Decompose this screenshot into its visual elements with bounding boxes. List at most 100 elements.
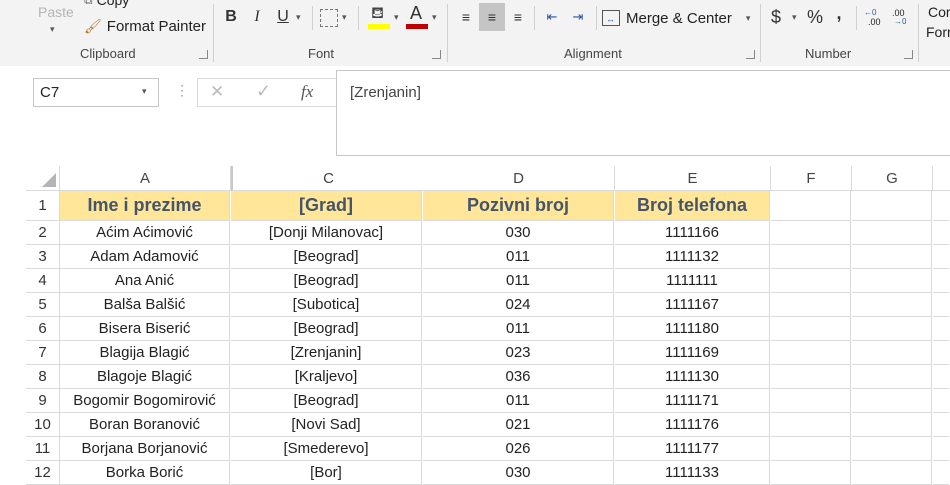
column-header-next[interactable] (933, 166, 950, 191)
empty-cell[interactable] (852, 341, 932, 365)
empty-cell[interactable] (852, 365, 932, 389)
row-header[interactable]: 10 (26, 413, 60, 437)
column-header-a[interactable]: A (60, 166, 231, 191)
empty-cell[interactable] (933, 317, 949, 341)
row-header[interactable]: 1 (26, 191, 60, 221)
cell-city[interactable]: [Smederevo] (231, 437, 422, 461)
accounting-format-button[interactable]: $ (766, 6, 786, 28)
cell-city[interactable]: [Donji Milanovac] (231, 221, 422, 245)
font-color-dropdown-icon[interactable]: ▾ (432, 12, 437, 23)
cell-city[interactable]: [Beograd] (231, 269, 422, 293)
cell-area-code[interactable]: 023 (423, 341, 614, 365)
conditional-formatting-label-2[interactable]: Forr (926, 24, 950, 40)
cell-city[interactable]: [Beograd] (231, 317, 422, 341)
cell-area-code[interactable]: 011 (423, 389, 614, 413)
cell-city[interactable]: [Beograd] (231, 245, 422, 269)
empty-cell[interactable] (852, 245, 932, 269)
underline-button[interactable]: U (272, 6, 294, 28)
cell-name[interactable]: Bisera Biserić (60, 317, 230, 341)
accounting-dropdown-icon[interactable]: ▾ (792, 12, 797, 23)
cell-area-code[interactable]: 036 (423, 365, 614, 389)
cell-name[interactable]: Adam Adamović (60, 245, 230, 269)
column-header-f[interactable]: F (771, 166, 852, 191)
empty-cell[interactable] (852, 293, 932, 317)
comma-style-button[interactable]: , (832, 2, 846, 24)
paste-button[interactable]: Paste ▾ (30, 0, 76, 42)
cell-name[interactable]: Bogomir Bogomirović (60, 389, 230, 413)
conditional-formatting-label-1[interactable]: Cor (928, 4, 950, 20)
cell-phone[interactable]: 1111177 (615, 437, 770, 461)
cell-phone[interactable]: 1111180 (615, 317, 770, 341)
cell-name[interactable]: Aćim Aćimović (60, 221, 230, 245)
empty-cell[interactable] (933, 269, 949, 293)
formula-input[interactable]: [Zrenjanin] (336, 70, 950, 156)
cell-phone[interactable]: 1111171 (615, 389, 770, 413)
name-box[interactable]: C7 ▾ (33, 78, 159, 107)
number-launcher-icon[interactable] (904, 50, 913, 59)
cell-phone[interactable]: 1111130 (615, 365, 770, 389)
empty-cell[interactable] (852, 461, 932, 485)
fill-color-icon[interactable]: ⛾ (368, 4, 390, 30)
bold-button[interactable]: B (220, 6, 242, 28)
increase-indent-button[interactable]: ⇥ (566, 5, 590, 29)
row-header[interactable]: 5 (26, 293, 60, 317)
empty-cell[interactable] (771, 245, 851, 269)
row-header[interactable]: 11 (26, 437, 60, 461)
decrease-indent-button[interactable]: ⇤ (540, 5, 564, 29)
cancel-icon[interactable]: ✕ (210, 82, 224, 102)
empty-cell[interactable] (852, 269, 932, 293)
empty-cell[interactable] (933, 245, 949, 269)
cell-name[interactable]: Borjana Borjanović (60, 437, 230, 461)
cell-phone[interactable]: 1111169 (615, 341, 770, 365)
insert-function-icon[interactable]: fx (301, 82, 313, 102)
empty-cell[interactable] (933, 461, 949, 485)
percent-style-button[interactable]: % (804, 6, 826, 28)
empty-cell[interactable] (933, 389, 949, 413)
cell-city[interactable]: [Beograd] (231, 389, 422, 413)
align-left-button[interactable]: ≡ (454, 5, 478, 29)
empty-cell[interactable] (852, 221, 932, 245)
cell-phone[interactable]: 1111132 (615, 245, 770, 269)
empty-cell[interactable] (771, 191, 851, 221)
empty-cell[interactable] (852, 413, 932, 437)
column-header-d[interactable]: D (423, 166, 615, 191)
cell-city[interactable]: [Kraljevo] (231, 365, 422, 389)
cell-area-code[interactable]: 021 (423, 413, 614, 437)
align-center-button[interactable]: ≡ (479, 3, 505, 31)
cell-name[interactable]: Boran Boranović (60, 413, 230, 437)
row-header[interactable]: 6 (26, 317, 60, 341)
empty-cell[interactable] (933, 191, 949, 221)
empty-cell[interactable] (771, 413, 851, 437)
empty-cell[interactable] (771, 461, 851, 485)
borders-icon[interactable] (320, 9, 338, 27)
merge-dropdown-icon[interactable]: ▾ (746, 13, 751, 24)
formula-bar-grip-icon[interactable]: ⋮ (175, 82, 189, 99)
cell-name[interactable]: Borka Borić (60, 461, 230, 485)
header-cell-city[interactable]: [Grad] (231, 191, 422, 221)
cell-phone[interactable]: 1111166 (615, 221, 770, 245)
cell-city[interactable]: [Subotica] (231, 293, 422, 317)
row-header[interactable]: 4 (26, 269, 60, 293)
cell-phone[interactable]: 1111111 (615, 269, 770, 293)
cell-area-code[interactable]: 024 (423, 293, 614, 317)
clipboard-launcher-icon[interactable] (199, 50, 208, 59)
borders-dropdown-icon[interactable]: ▾ (342, 12, 347, 23)
empty-cell[interactable] (852, 437, 932, 461)
empty-cell[interactable] (933, 413, 949, 437)
empty-cell[interactable] (771, 341, 851, 365)
font-launcher-icon[interactable] (432, 50, 441, 59)
empty-cell[interactable] (771, 365, 851, 389)
row-header[interactable]: 12 (26, 461, 60, 485)
empty-cell[interactable] (771, 317, 851, 341)
cell-area-code[interactable]: 030 (423, 221, 614, 245)
empty-cell[interactable] (771, 221, 851, 245)
empty-cell[interactable] (771, 293, 851, 317)
cell-name[interactable]: Blagija Blagić (60, 341, 230, 365)
cell-area-code[interactable]: 011 (423, 269, 614, 293)
alignment-launcher-icon[interactable] (746, 50, 755, 59)
font-color-icon[interactable]: A (406, 3, 428, 30)
empty-cell[interactable] (771, 389, 851, 413)
decrease-decimal-button[interactable]: .00 →0 (892, 6, 914, 30)
cell-city[interactable]: [Novi Sad] (231, 413, 422, 437)
cell-area-code[interactable]: 026 (423, 437, 614, 461)
